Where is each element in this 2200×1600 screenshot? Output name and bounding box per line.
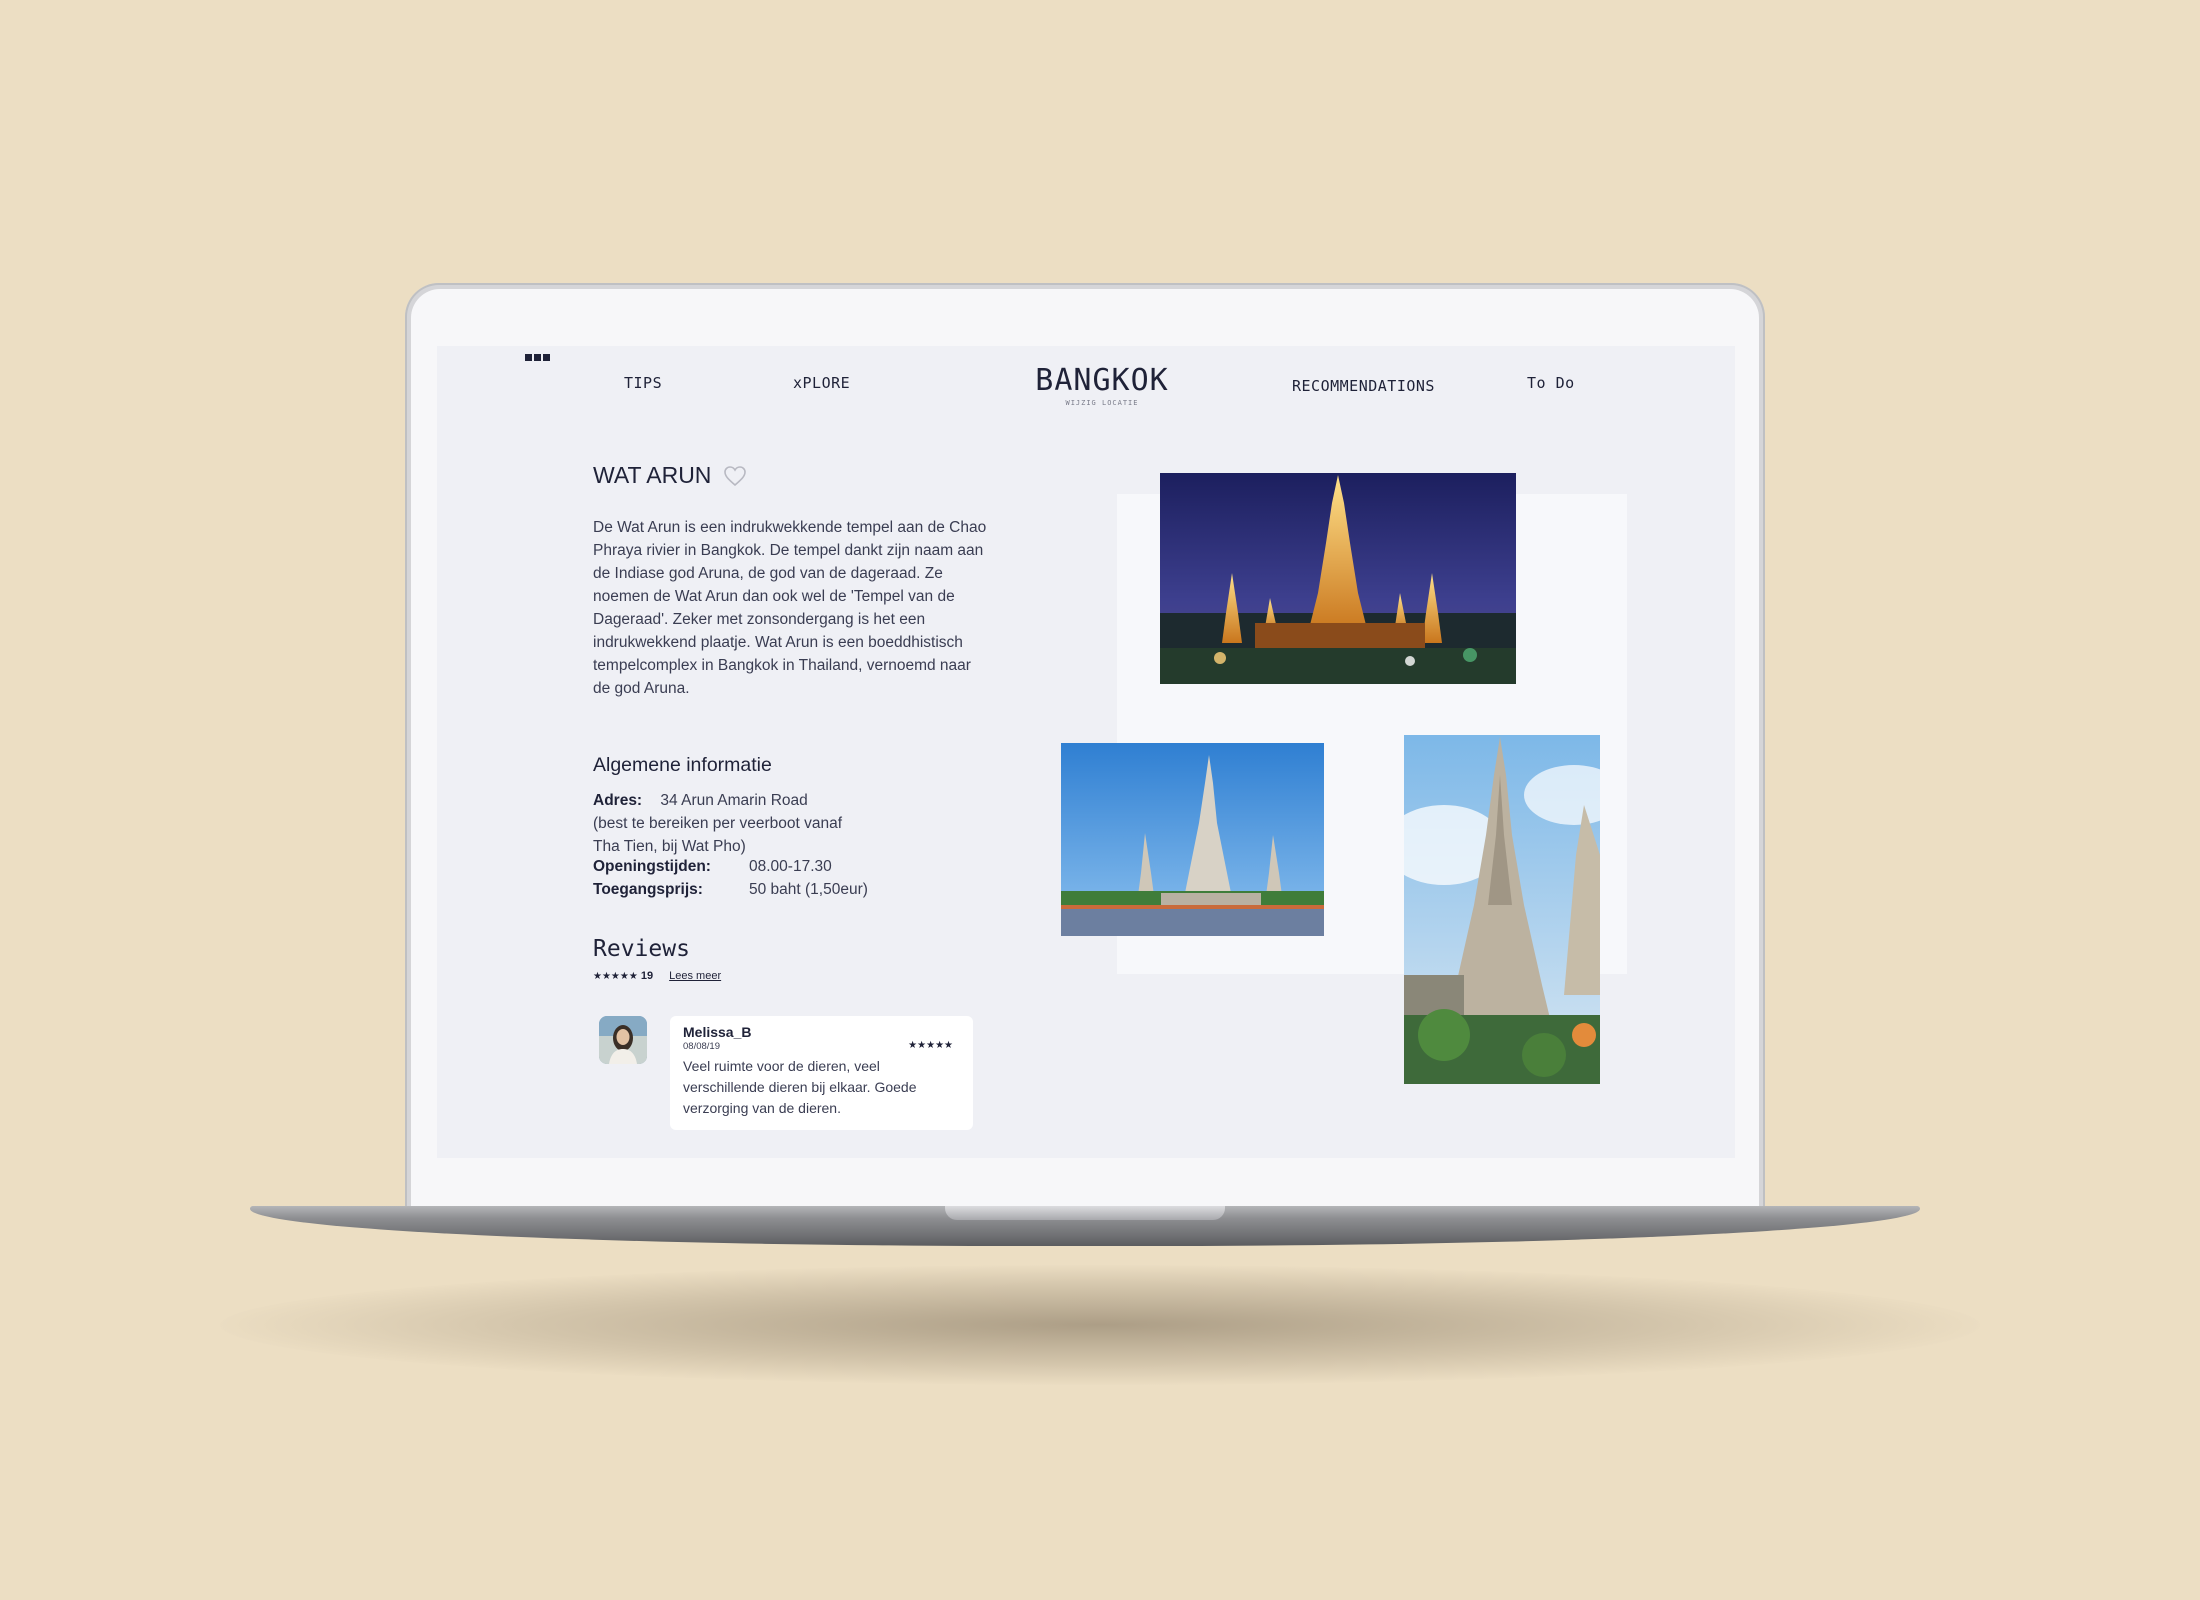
review-text: Veel ruimte voor de dieren, veel verschi… [683, 1058, 917, 1116]
city-title: BANGKOK [1035, 363, 1169, 398]
laptop-screen: TIPS xPLORE BANGKOK WIJZIG LOCATIE RECOM… [437, 346, 1735, 1158]
rating-stars: ★★★★★ [593, 971, 638, 982]
change-location-link[interactable]: WIJZIG LOCATIE [1022, 399, 1182, 407]
review-date: 08/08/19 [683, 1041, 720, 1052]
hours-value: 08.00-17.30 [749, 858, 832, 875]
attraction-title: WAT ARUN [593, 462, 712, 488]
review-card: Melissa_B 08/08/19 ★★★★★ Veel ruimte voo… [670, 1016, 973, 1130]
laptop-notch [945, 1206, 1225, 1220]
price-value: 50 baht (1,50eur) [749, 881, 868, 898]
nav-todo[interactable]: To Do [1527, 374, 1575, 392]
nav-tips[interactable]: TIPS [624, 374, 662, 392]
attraction-description: De Wat Arun is een indrukwekkende tempel… [593, 519, 987, 697]
laptop-shadow [220, 1265, 1980, 1385]
attraction-header: WAT ARUN [593, 462, 747, 489]
address-value: 34 Arun Amarin Road [660, 792, 808, 809]
price-label: Toegangsprijs: [593, 881, 703, 898]
heart-icon[interactable] [723, 465, 747, 487]
nav-explore[interactable]: xPLORE [793, 374, 850, 392]
photo-night-temple[interactable] [1160, 473, 1516, 684]
hours-label: Openingstijden: [593, 858, 711, 875]
nav-recommendations[interactable]: RECOMMENDATIONS [1292, 377, 1435, 395]
review-username: Melissa_B [683, 1024, 752, 1040]
photo-river-temple[interactable] [1061, 743, 1324, 936]
rating-summary: ★★★★★ 19 Lees meer [593, 970, 721, 982]
avatar [599, 1016, 647, 1064]
review-count: 19 [640, 970, 654, 982]
menu-icon[interactable] [525, 354, 550, 361]
read-more-link[interactable]: Lees meer [669, 970, 721, 982]
address-label: Adres: [593, 792, 643, 809]
address-note-2: Tha Tien, bij Wat Pho) [593, 838, 746, 855]
reviews-heading: Reviews [593, 936, 690, 962]
general-info-heading: Algemene informatie [593, 754, 772, 776]
address-note-1: (best te bereiken per veerboot vanaf [593, 815, 843, 832]
photo-temple-closeup[interactable] [1404, 735, 1600, 1084]
location-switcher[interactable]: BANGKOK WIJZIG LOCATIE [1022, 363, 1182, 408]
review-stars: ★★★★★ [908, 1040, 953, 1051]
